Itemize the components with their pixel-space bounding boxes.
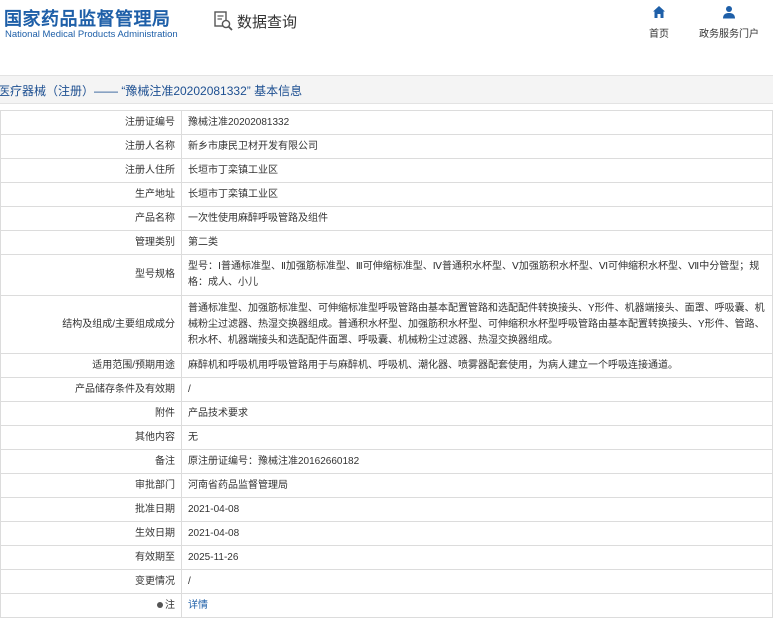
site-header: 国家药品监督管理局 National Medical Products Admi… [0, 0, 773, 52]
nav-home-label: 首页 [649, 29, 669, 40]
table-row: 结构及组成/主要组成成分 普通标准型、加强筋标准型、可伸缩标准型呼吸管路由基本配置… [0, 295, 773, 354]
field-value: 2025-11-26 [181, 545, 773, 570]
field-label: 生产地址 [0, 182, 182, 207]
field-value: 无 [181, 425, 773, 450]
note-value-cell: 详情 [181, 593, 773, 618]
field-value: 长垣市丁栾镇工业区 [181, 182, 773, 207]
field-value: 麻醉机和呼吸机用呼吸管路用于与麻醉机、呼吸机、潮化器、喷雾器配套使用，为病人建立… [181, 353, 773, 378]
table-row: 备注 原注册证编号：豫械注准20162660182 [0, 449, 773, 474]
field-label: 生效日期 [0, 521, 182, 546]
table-row: 附件 产品技术要求 [0, 401, 773, 426]
table-row: 型号规格 型号：Ⅰ普通标准型、Ⅱ加强筋标准型、Ⅲ可伸缩标准型、Ⅳ普通积水杯型、Ⅴ加… [0, 254, 773, 296]
table-row: 注册人住所 长垣市丁栾镇工业区 [0, 158, 773, 183]
table-row: 其他内容无 [0, 425, 773, 450]
field-value: 2021-04-08 [181, 497, 773, 522]
field-label: 批准日期 [0, 497, 182, 522]
field-value: 新乡市康民卫材开发有限公司 [181, 134, 773, 159]
field-label: 产品储存条件及有效期 [0, 377, 182, 402]
field-label: 审批部门 [0, 473, 182, 498]
nav-service-portal-label: 政务服务门户 [699, 29, 759, 40]
table-row: 适用范围/预期用途 麻醉机和呼吸机用呼吸管路用于与麻醉机、呼吸机、潮化器、喷雾器配… [0, 353, 773, 378]
page: 国家药品监督管理局 National Medical Products Admi… [0, 0, 773, 629]
info-dot-icon [157, 601, 163, 608]
home-icon [652, 5, 666, 19]
field-value: / [181, 569, 773, 594]
site-logo-subtitle: National Medical Products Administration [5, 29, 178, 40]
registration-info-table: 注册证编号 豫械注准20202081332 注册人名称 新乡市康民卫材开发有限公司 注册… [0, 110, 773, 618]
field-label: 管理类别 [0, 230, 182, 255]
nav-home[interactable]: 首页 [645, 5, 673, 40]
field-label: 型号规格 [0, 254, 182, 296]
table-row: 有效期至 2025-11-26 [0, 545, 773, 570]
field-value: 原注册证编号：豫械注准20162660182 [181, 449, 773, 474]
user-icon [722, 5, 736, 19]
table-row: 管理类别 第二类 [0, 230, 773, 255]
table-row: 生效日期 2021-04-08 [0, 521, 773, 546]
field-value: 型号：Ⅰ普通标准型、Ⅱ加强筋标准型、Ⅲ可伸缩标准型、Ⅳ普通积水杯型、Ⅴ加强筋积水… [181, 254, 773, 296]
field-label: 变更情况 [0, 569, 182, 594]
field-value: / [181, 377, 773, 402]
record-title-bar: 医疗器械（注册）—— “豫械注准20202081332” 基本信息 [0, 75, 773, 104]
field-value: 一次性使用麻醉呼吸管路及组件 [181, 206, 773, 231]
site-logo-title[interactable]: 国家药品监督管理局 [4, 5, 171, 31]
field-value: 第二类 [181, 230, 773, 255]
table-row: 产品名称 一次性使用麻醉呼吸管路及组件 [0, 206, 773, 231]
data-query-label: 数据查询 [237, 13, 298, 31]
note-label: 注 [165, 599, 175, 611]
record-title: 医疗器械（注册）—— “豫械注准20202081332” 基本信息 [0, 84, 303, 98]
table-row: 生产地址 长垣市丁栾镇工业区 [0, 182, 773, 207]
table-row-note: 注 详情 [0, 593, 773, 618]
data-query-link[interactable]: 数据查询 [213, 10, 297, 32]
table-row: 审批部门 河南省药品监督管理局 [0, 473, 773, 498]
table-row: 注册人名称 新乡市康民卫材开发有限公司 [0, 134, 773, 159]
details-link[interactable]: 详情 [188, 600, 208, 611]
field-label: 附件 [0, 401, 182, 426]
field-label: 备注 [0, 449, 182, 474]
search-document-icon [213, 10, 235, 32]
field-value: 产品技术要求 [181, 401, 773, 426]
nav-service-portal[interactable]: 政务服务门户 [698, 5, 760, 40]
field-label: 产品名称 [0, 206, 182, 231]
note-label-cell: 注 [0, 593, 182, 618]
field-label: 注册人名称 [0, 134, 182, 159]
field-value: 2021-04-08 [181, 521, 773, 546]
field-label: 结构及组成/主要组成成分 [0, 295, 182, 354]
table-row: 批准日期 2021-04-08 [0, 497, 773, 522]
field-value: 豫械注准20202081332 [181, 110, 773, 135]
field-label: 注册证编号 [0, 110, 182, 135]
field-label: 有效期至 [0, 545, 182, 570]
table-row: 注册证编号 豫械注准20202081332 [0, 110, 773, 135]
field-label: 适用范围/预期用途 [0, 353, 182, 378]
field-value: 普通标准型、加强筋标准型、可伸缩标准型呼吸管路由基本配置管路和选配配件转换接头、… [181, 295, 773, 354]
field-label: 注册人住所 [0, 158, 182, 183]
table-row: 产品储存条件及有效期 / [0, 377, 773, 402]
field-value: 长垣市丁栾镇工业区 [181, 158, 773, 183]
field-label: 其他内容 [0, 425, 182, 450]
table-row: 变更情况 / [0, 569, 773, 594]
field-value: 河南省药品监督管理局 [181, 473, 773, 498]
